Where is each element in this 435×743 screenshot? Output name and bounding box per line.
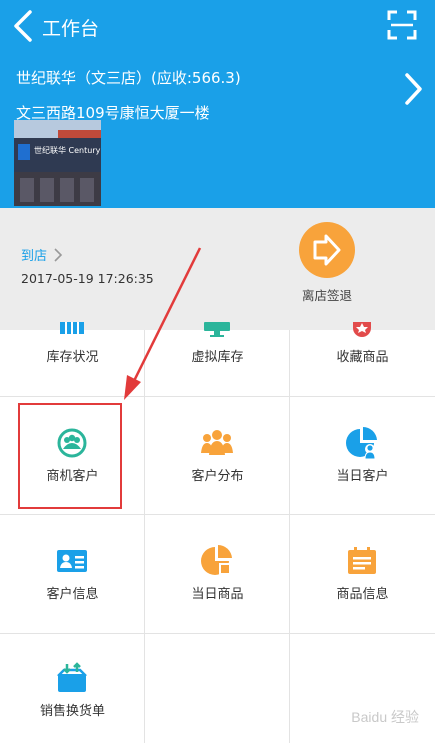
grid-item-favorites[interactable]: 收藏商品 [290, 322, 435, 396]
chevron-right-icon [54, 247, 63, 262]
grid-item-inventory-status[interactable]: 库存状况 [0, 322, 145, 396]
customer-info-icon [57, 550, 87, 572]
grid-item-product-info[interactable]: 商品信息 [290, 515, 435, 633]
grid-item-customer-info[interactable]: 客户信息 [0, 515, 145, 633]
svg-text:世纪联华 CenturyMart: 世纪联华 CenturyMart [34, 145, 101, 155]
sales-exchange-icon [57, 662, 87, 692]
checkin-panel: 到店 2017-05-19 17:26:35 离店签退 [0, 208, 435, 330]
daily-customers-icon [346, 427, 377, 459]
arrive-link[interactable]: 到店 [21, 245, 63, 264]
store-header[interactable]: 世纪联华（文三店）(应收:566.3) 文三西路109号康恒大厦一楼 世纪联华 … [0, 52, 435, 208]
leave-store-label: 离店签退 [301, 288, 352, 303]
store-photo: 世纪联华 CenturyMart [14, 120, 101, 206]
chevron-right-icon[interactable] [403, 72, 423, 106]
grid-item-virtual-inventory[interactable]: 虚拟库存 [145, 322, 290, 396]
product-info-icon [348, 547, 376, 574]
scan-icon[interactable] [387, 10, 417, 40]
grid-item-customer-distribution[interactable]: 客户分布 [145, 397, 290, 514]
arrive-time: 2017-05-19 17:26:35 [21, 271, 154, 286]
grid-item-label: 当日商品 [191, 587, 244, 602]
watermark: Baidu 经验 [351, 709, 419, 725]
daily-products-icon [201, 545, 232, 575]
inventory-status-icon [60, 322, 84, 334]
favorites-icon [353, 322, 371, 337]
annotation-highlight-box [18, 403, 122, 509]
exit-arrow-icon [313, 234, 341, 266]
arrive-label: 到店 [21, 249, 48, 264]
virtual-inventory-icon [204, 322, 230, 337]
grid-item-label: 收藏商品 [336, 350, 389, 365]
grid-item-label: 客户分布 [191, 469, 244, 484]
grid-item-label: 当日客户 [336, 469, 389, 484]
function-grid: 库存状况 虚拟库存 收藏商品 商机客户 客户分布 当日客户 客户信息 当日商品 … [0, 322, 435, 743]
grid-item-daily-customers[interactable]: 当日客户 [290, 397, 435, 514]
page-title: 工作台 [42, 18, 100, 40]
grid-item-label: 库存状况 [46, 350, 99, 365]
grid-item-daily-products[interactable]: 当日商品 [145, 515, 290, 633]
grid-item-label: 客户信息 [46, 587, 99, 602]
back-arrow-icon[interactable] [10, 9, 38, 43]
grid-item-label: 虚拟库存 [191, 350, 244, 365]
grid-item-label: 商品信息 [336, 587, 389, 602]
grid-item-label: 销售换货单 [39, 704, 105, 719]
customer-distribution-icon [201, 430, 233, 455]
store-name: 世纪联华（文三店）(应收:566.3) [16, 69, 241, 87]
grid-item-sales-exchange[interactable]: 销售换货单 [0, 634, 145, 743]
leave-store-button[interactable] [299, 222, 355, 278]
app-bar: 工作台 [0, 0, 435, 52]
